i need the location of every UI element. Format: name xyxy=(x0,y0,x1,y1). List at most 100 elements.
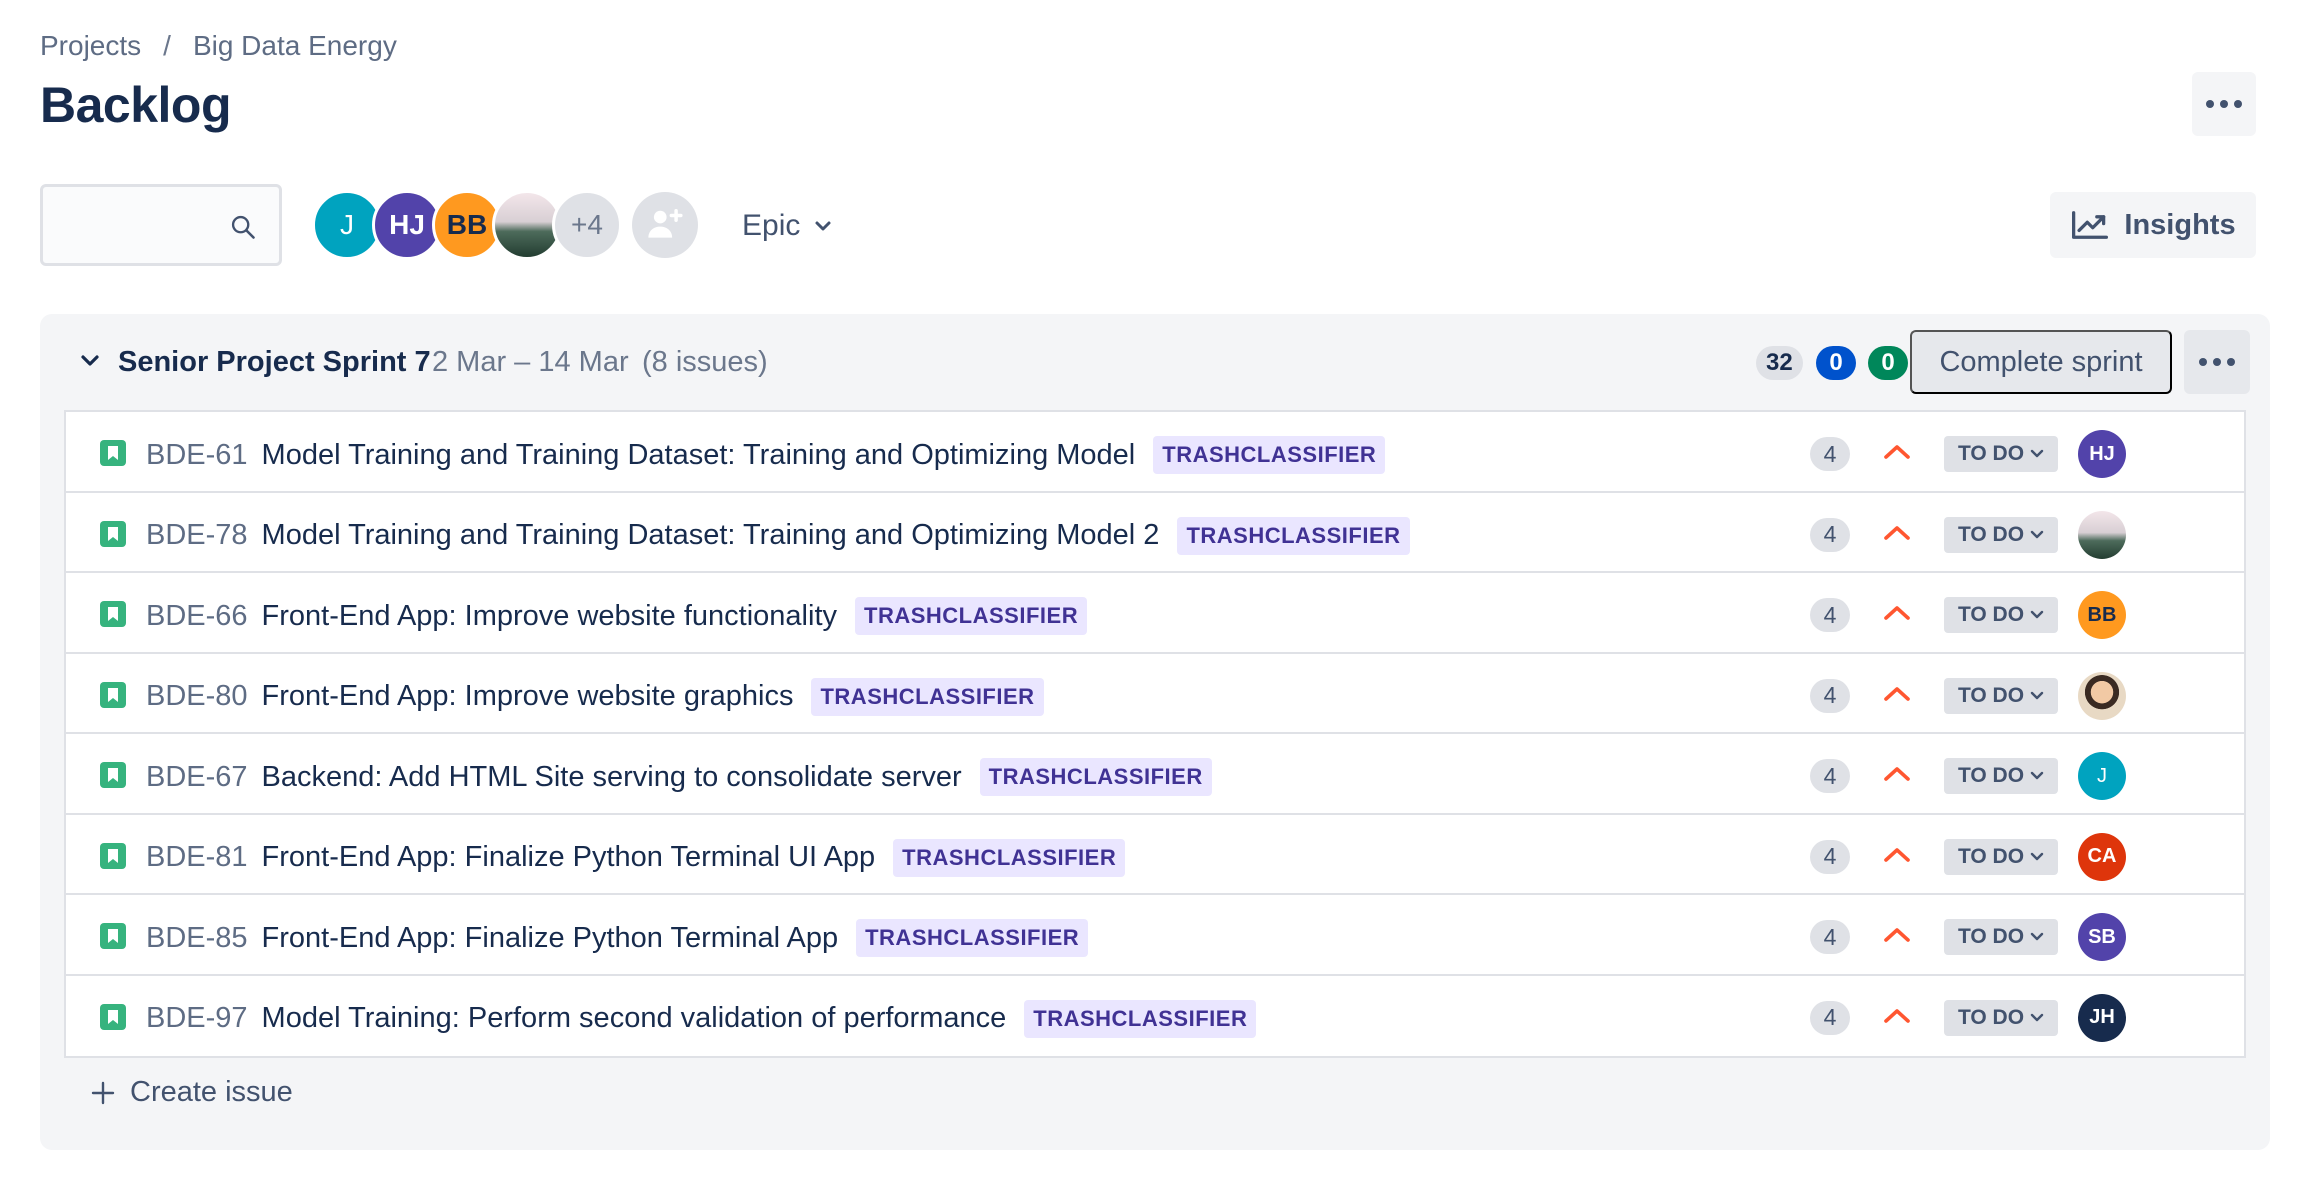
issue-key[interactable]: BDE-66 xyxy=(146,600,248,633)
sprint-container: Senior Project Sprint 7 2 Mar – 14 Mar (… xyxy=(40,314,2270,1150)
epic-lozenge[interactable]: TRASHCLASSIFIER xyxy=(1024,999,1257,1038)
issue-row[interactable]: BDE-80 Front-End App: Improve website gra… xyxy=(66,653,2244,734)
issue-key[interactable]: BDE-67 xyxy=(146,761,248,794)
sprint-header: Senior Project Sprint 7 2 Mar – 14 Mar (… xyxy=(40,314,2270,410)
story-points-badge[interactable]: 4 xyxy=(1810,598,1850,632)
story-points-badge[interactable]: 4 xyxy=(1810,517,1850,552)
status-dropdown[interactable]: TO DO xyxy=(1944,516,2058,553)
status-dropdown[interactable]: TO DO xyxy=(1944,677,2058,714)
priority-high-icon xyxy=(1884,767,1910,781)
status-dropdown[interactable]: TO DO xyxy=(1944,436,2058,472)
insights-chart-icon xyxy=(2072,211,2109,239)
epic-lozenge[interactable]: TRASHCLASSIFIER xyxy=(1177,516,1410,555)
issue-row[interactable]: BDE-66 Front-End App: Improve website fun… xyxy=(66,573,2244,654)
add-people-button[interactable] xyxy=(632,192,698,258)
issue-summary[interactable]: Front-End App: Finalize Python Terminal … xyxy=(262,922,839,955)
issue-content: BDE-81 Front-End App: Finalize Python Ter… xyxy=(146,838,1126,877)
issue-content: BDE-61 Model Training and Training Datase… xyxy=(146,436,1386,474)
issue-row[interactable]: BDE-61 Model Training and Training Datase… xyxy=(66,412,2244,493)
story-points-badge[interactable]: 4 xyxy=(1810,759,1850,793)
assignee-avatar[interactable]: JH xyxy=(2078,993,2126,1042)
priority-high-icon xyxy=(1884,1008,1910,1023)
epic-lozenge[interactable]: TRASHCLASSIFIER xyxy=(856,919,1089,957)
more-dot-icon xyxy=(2199,358,2207,366)
sprint-name[interactable]: Senior Project Sprint 7 xyxy=(118,346,431,379)
breadcrumb-projects-link[interactable]: Projects xyxy=(40,30,141,62)
status-label: TO DO xyxy=(1957,683,2025,707)
more-dot-icon xyxy=(2213,358,2221,366)
epic-lozenge[interactable]: TRASHCLASSIFIER xyxy=(1153,436,1386,474)
issue-key[interactable]: BDE-80 xyxy=(146,680,248,713)
assignee-avatar[interactable]: SB xyxy=(2078,913,2126,961)
epic-lozenge[interactable]: TRASHCLASSIFIER xyxy=(893,838,1126,877)
breadcrumb-separator: / xyxy=(163,30,171,61)
issue-content: BDE-78 Model Training and Training Datase… xyxy=(146,516,1410,555)
issue-key[interactable]: BDE-97 xyxy=(146,1002,248,1035)
issue-summary[interactable]: Front-End App: Finalize Python Terminal … xyxy=(262,841,876,874)
breadcrumb: Projects / Big Data Energy xyxy=(40,30,397,62)
issue-key[interactable]: BDE-61 xyxy=(146,439,248,472)
issue-summary[interactable]: Model Training: Perform second validatio… xyxy=(262,1002,1007,1035)
issue-row[interactable]: BDE-85 Front-End App: Finalize Python Ter… xyxy=(66,895,2244,976)
assignee-avatar[interactable]: J xyxy=(2078,752,2126,800)
create-issue-button[interactable]: Create issue xyxy=(90,1076,293,1109)
search-input[interactable] xyxy=(55,201,215,249)
breadcrumb-project-link[interactable]: Big Data Energy xyxy=(193,30,397,62)
priority-high-icon xyxy=(1884,847,1910,862)
epic-lozenge[interactable]: TRASHCLASSIFIER xyxy=(855,597,1088,635)
status-label: TO DO xyxy=(1957,844,2025,868)
complete-sprint-button[interactable]: Complete sprint xyxy=(1910,330,2172,394)
more-dot-icon xyxy=(2220,100,2228,108)
epic-lozenge[interactable]: TRASHCLASSIFIER xyxy=(811,677,1044,716)
status-dropdown[interactable]: TO DO xyxy=(1944,597,2058,633)
issue-row[interactable]: BDE-67 Backend: Add HTML Site serving to … xyxy=(66,734,2244,815)
epic-lozenge[interactable]: TRASHCLASSIFIER xyxy=(979,758,1212,796)
issue-summary[interactable]: Model Training and Training Dataset: Tra… xyxy=(262,439,1136,472)
story-icon xyxy=(100,681,126,708)
sprint-more-actions-button[interactable] xyxy=(2184,330,2250,394)
more-members-avatar[interactable]: +4 xyxy=(552,190,622,260)
assignee-avatar[interactable] xyxy=(2078,671,2126,720)
story-points-badge[interactable]: 4 xyxy=(1810,437,1850,471)
more-actions-button[interactable] xyxy=(2192,72,2256,136)
story-icon xyxy=(100,1003,126,1030)
assignee-avatar[interactable] xyxy=(2078,510,2126,559)
priority-high-icon xyxy=(1884,606,1910,620)
status-label: TO DO xyxy=(1957,764,2025,787)
chevron-down-icon xyxy=(2030,771,2044,780)
issue-key[interactable]: BDE-81 xyxy=(146,841,248,874)
story-points-badge[interactable]: 4 xyxy=(1810,920,1850,954)
story-points-badge[interactable]: 4 xyxy=(1810,678,1850,713)
status-label: TO DO xyxy=(1957,925,2025,948)
issue-row[interactable]: BDE-81 Front-End App: Finalize Python Ter… xyxy=(66,814,2244,895)
in-progress-points-badge: 0 xyxy=(1816,346,1856,380)
issue-content: BDE-85 Front-End App: Finalize Python Ter… xyxy=(146,919,1089,957)
sprint-issue-count: (8 issues) xyxy=(642,346,768,378)
issue-key[interactable]: BDE-78 xyxy=(146,519,248,552)
status-label: TO DO xyxy=(1957,442,2025,465)
issue-key[interactable]: BDE-85 xyxy=(146,922,248,955)
issue-summary[interactable]: Backend: Add HTML Site serving to consol… xyxy=(262,761,962,794)
assignee-avatar[interactable]: HJ xyxy=(2078,430,2126,478)
issue-row[interactable]: BDE-97 Model Training: Perform second val… xyxy=(66,975,2244,1056)
status-dropdown[interactable]: TO DO xyxy=(1944,758,2058,794)
insights-button[interactable]: Insights xyxy=(2050,192,2256,258)
epic-filter-dropdown[interactable]: Epic xyxy=(728,196,846,256)
more-dot-icon xyxy=(2206,100,2214,108)
page-title: Backlog xyxy=(40,77,232,133)
story-icon xyxy=(100,762,126,788)
issue-row[interactable]: BDE-78 Model Training and Training Datase… xyxy=(66,492,2244,573)
issue-summary[interactable]: Front-End App: Improve website graphics xyxy=(262,680,794,713)
status-dropdown[interactable]: TO DO xyxy=(1944,999,2058,1036)
issue-summary[interactable]: Front-End App: Improve website functiona… xyxy=(262,600,837,633)
story-icon xyxy=(100,520,126,547)
story-points-badge[interactable]: 4 xyxy=(1810,1000,1850,1035)
assignee-avatar[interactable]: CA xyxy=(2078,832,2126,881)
status-dropdown[interactable]: TO DO xyxy=(1944,919,2058,955)
story-points-badge[interactable]: 4 xyxy=(1810,839,1850,874)
issue-summary[interactable]: Model Training and Training Dataset: Tra… xyxy=(262,519,1160,552)
assignee-avatar[interactable]: BB xyxy=(2078,591,2126,639)
status-dropdown[interactable]: TO DO xyxy=(1944,838,2058,875)
chevron-down-icon xyxy=(2030,1013,2044,1021)
collapse-sprint-chevron-icon[interactable] xyxy=(80,354,100,368)
